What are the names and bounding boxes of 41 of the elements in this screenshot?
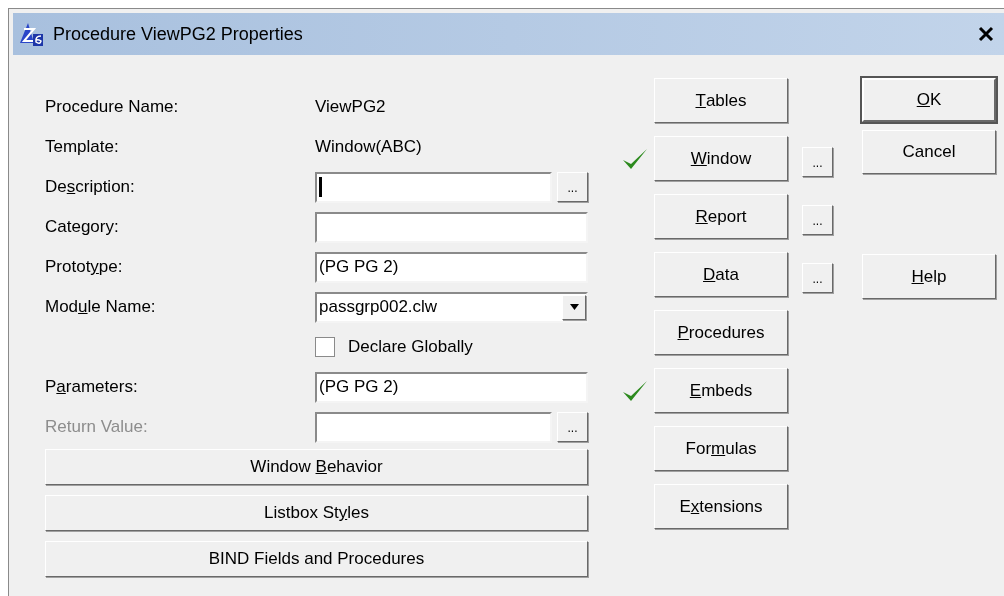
field-label: Return Value: (45, 416, 149, 439)
wide-button[interactable]: Listbox Styles (45, 495, 588, 531)
section-button[interactable]: Tables (654, 78, 788, 123)
section-button[interactable]: Window (654, 136, 788, 181)
close-icon[interactable] (978, 26, 994, 42)
help-button[interactable]: Help (862, 254, 996, 299)
field-label: Description: (45, 176, 136, 199)
dialog-button[interactable]: OK (862, 78, 996, 122)
dialog-button[interactable]: Cancel (862, 130, 996, 174)
section-button[interactable]: Embeds (654, 368, 788, 413)
section-button[interactable]: Data (654, 252, 788, 297)
section-button[interactable]: Extensions (654, 484, 788, 529)
wide-button[interactable]: Window Behavior (45, 449, 588, 485)
input-field[interactable] (315, 171, 552, 203)
field-label: Module Name: (45, 296, 157, 319)
input-field[interactable] (315, 211, 588, 243)
field-label: Procedure Name: (45, 96, 180, 119)
field-label: Template: (45, 136, 120, 159)
field-label: Prototype: (45, 256, 124, 279)
field-label: Parameters: (45, 376, 139, 399)
declare-globally-checkbox[interactable]: Declare Globally (315, 334, 473, 360)
checkbox[interactable] (315, 337, 335, 357)
wide-button[interactable]: BIND Fields and Procedures (45, 541, 588, 577)
section-button[interactable]: Procedures (654, 310, 788, 355)
ellipsis-button[interactable]: ... (802, 262, 833, 293)
dropdown-field[interactable]: passgrp002.clw (315, 291, 588, 323)
input-field[interactable]: (PG PG 2) (315, 251, 588, 283)
section-button[interactable]: Formulas (654, 426, 788, 471)
window-title: Procedure ViewPG2 Properties (53, 22, 304, 46)
input-field[interactable] (315, 411, 552, 443)
ellipsis-button[interactable]: ... (802, 204, 833, 235)
app-logo-icon (19, 21, 45, 47)
input-field[interactable]: (PG PG 2) (315, 371, 588, 403)
checkmark-icon (622, 146, 648, 171)
field-value: ViewPG2 (315, 96, 386, 119)
ellipsis-button[interactable]: ... (802, 146, 833, 177)
field-value: Window(ABC) (315, 136, 422, 159)
section-button[interactable]: Report (654, 194, 788, 239)
ellipsis-button[interactable]: ... (557, 172, 588, 202)
checkmark-icon (622, 378, 648, 403)
field-label: Category: (45, 216, 120, 239)
